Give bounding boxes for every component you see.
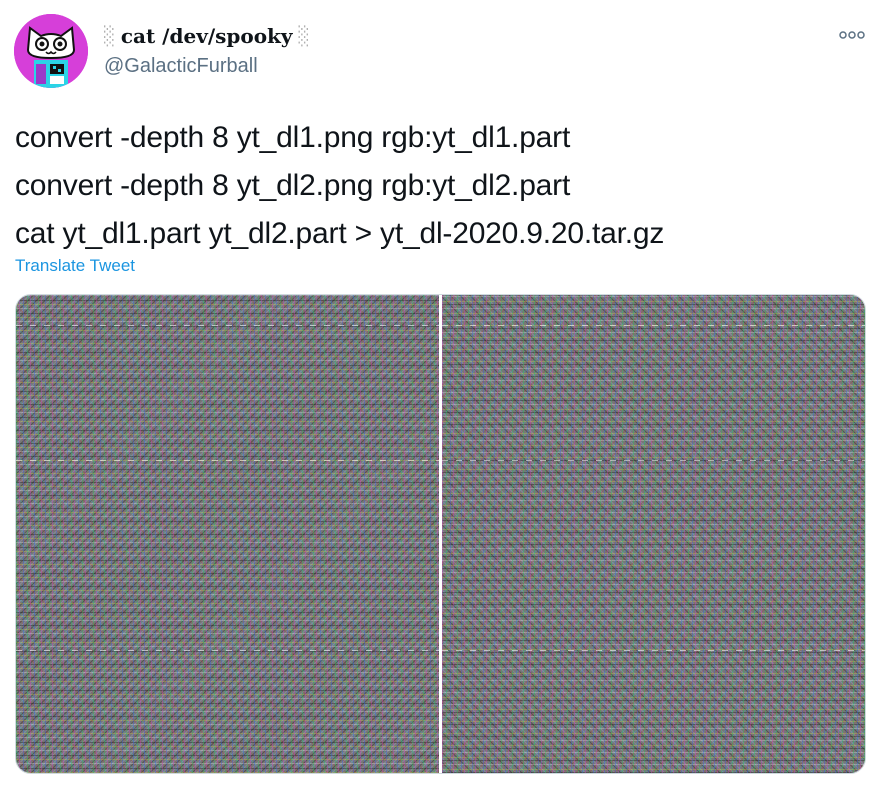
- more-options-icon: [839, 31, 865, 39]
- tweet-text: convert -depth 8 yt_dl1.png rgb:yt_dl1.p…: [15, 114, 875, 258]
- author-handle[interactable]: @GalacticFurball: [104, 55, 258, 78]
- tweet-text-line: cat yt_dl1.part yt_dl2.part > yt_dl-2020…: [15, 217, 665, 250]
- tweet: ░ cat /dev/spooky ░ @GalacticFurball con…: [0, 0, 884, 787]
- author-display-name[interactable]: cat /dev/spooky: [121, 24, 293, 48]
- more-options-button[interactable]: [834, 20, 870, 50]
- name-decoration-right: ░: [298, 25, 310, 47]
- name-decoration-left: ░: [104, 25, 115, 47]
- noise-stripe: [442, 460, 865, 461]
- translate-tweet-link[interactable]: Translate Tweet: [15, 256, 135, 276]
- tweet-text-line: convert -depth 8 yt_dl2.png rgb:yt_dl2.p…: [15, 169, 571, 202]
- noise-stripe: [442, 650, 865, 651]
- yt_dl2-noise-image[interactable]: [442, 295, 865, 773]
- noise-stripe: [16, 325, 439, 326]
- noise-stripe: [442, 325, 865, 326]
- tweet-text-line: convert -depth 8 yt_dl1.png rgb:yt_dl1.p…: [15, 121, 571, 154]
- cat-face-avatar-icon: [14, 14, 88, 88]
- noise-pattern: [442, 295, 865, 773]
- noise-stripe: [16, 460, 439, 461]
- tweet-media: [15, 294, 866, 774]
- yt_dl1-noise-image[interactable]: [16, 295, 439, 773]
- author-name-row[interactable]: ░ cat /dev/spooky ░: [104, 22, 309, 50]
- noise-stripe: [16, 650, 439, 651]
- avatar[interactable]: [14, 14, 88, 88]
- noise-pattern: [16, 295, 439, 773]
